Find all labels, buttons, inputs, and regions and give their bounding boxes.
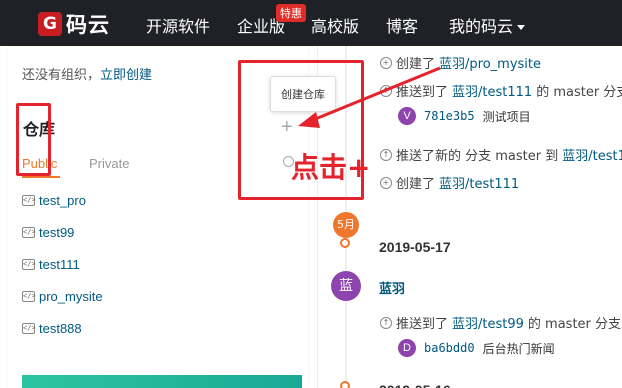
repo-item[interactable]: </> test99 [22,225,74,240]
repo-item[interactable]: </> test_pro [22,193,86,208]
nav-blog[interactable]: 博客 [386,13,418,37]
org-notice-text: 还没有组织， [22,68,101,83]
feed-item: ↑ 推送到了 蓝羽/test99 的 master 分支 [380,313,621,332]
feed-repo-link[interactable]: 蓝羽/test99 [452,313,524,332]
feed-repo-link[interactable]: 蓝羽/test111 [439,173,519,192]
logo-icon: G [38,12,62,36]
repo-name[interactable]: test_pro [39,193,86,208]
repo-item[interactable]: </> test888 [22,321,82,336]
feed-tail: 的 master 分支 [527,317,622,332]
month-badge: 5月 [333,212,359,238]
repo-item[interactable]: </> pro_mysite [22,289,103,304]
chevron-down-icon [517,25,526,30]
create-org-link[interactable]: 立即创建 [100,68,152,83]
feed-repo-link[interactable]: 蓝羽/test111 [452,81,532,100]
feed-repo-link[interactable]: 蓝羽/test111 [562,145,622,164]
annotation-box-repo-tabs [16,103,51,176]
nav-education[interactable]: 高校版 [311,13,359,37]
user-name-link[interactable]: 蓝羽 [379,278,405,297]
commit-message: 测试项目 [482,109,531,124]
promo-badge: 特惠 [276,4,306,22]
feed-item: + 创建了 蓝羽/test111 [380,173,519,192]
feed-repo-link[interactable]: 蓝羽/pro_mysite [439,53,541,72]
repo-name[interactable]: test888 [39,321,82,336]
promo-banner[interactable] [22,375,302,388]
nav-my-gitee-label: 我的码云 [449,17,514,36]
logo-text: 码云 [66,13,110,37]
gitee-logo[interactable]: G 码云 [38,9,110,39]
nav-open-source[interactable]: 开源软件 [146,13,210,37]
feed-action: 创建了 [396,177,436,192]
repo-code-icon: </> [22,195,36,206]
tab-private[interactable]: Private [89,156,129,171]
commit-message: 后台热门新闻 [482,341,555,356]
push-icon: ↑ [380,148,392,161]
repo-item[interactable]: </> test111 [22,257,80,272]
date-heading: 2019-05-17 [379,239,451,255]
repo-name[interactable]: pro_mysite [39,289,103,304]
annotation-text: 点击+ [291,151,371,184]
repo-code-icon: </> [22,227,36,238]
org-notice: 还没有组织，立即创建 [22,64,152,83]
feed-action: 推送到了 [396,317,449,332]
top-navbar: G 码云 开源软件 企业版 特惠 高校版 博客 我的码云 [0,0,622,46]
commit-row: D ba6bdd0 后台热门新闻 [398,339,555,357]
timeline-dot [340,238,350,248]
avatar[interactable]: D [398,339,416,357]
timeline-dot [340,381,350,388]
feed-item: ↑ 推送了新的 分支 master 到 蓝羽/test111 [380,145,622,164]
annotation-arrow [298,66,441,128]
repo-code-icon: </> [22,323,36,334]
repo-name[interactable]: test111 [39,257,80,272]
repo-code-icon: </> [22,291,36,302]
activity-icon: + [380,176,392,189]
avatar[interactable]: 蓝 [331,271,361,301]
tab-active-indicator [22,176,60,178]
commit-sha[interactable]: ba6bdd0 [424,341,475,355]
date-heading: 2019-05-16 [379,382,451,388]
nav-my-gitee[interactable]: 我的码云 [449,13,526,37]
repo-name[interactable]: test99 [39,225,74,240]
repo-code-icon: </> [22,259,36,270]
feed-tail: 的 master 分支 [536,85,622,100]
push-icon: ↑ [380,316,392,329]
feed-action: 推送了新的 分支 master 到 [396,149,559,164]
